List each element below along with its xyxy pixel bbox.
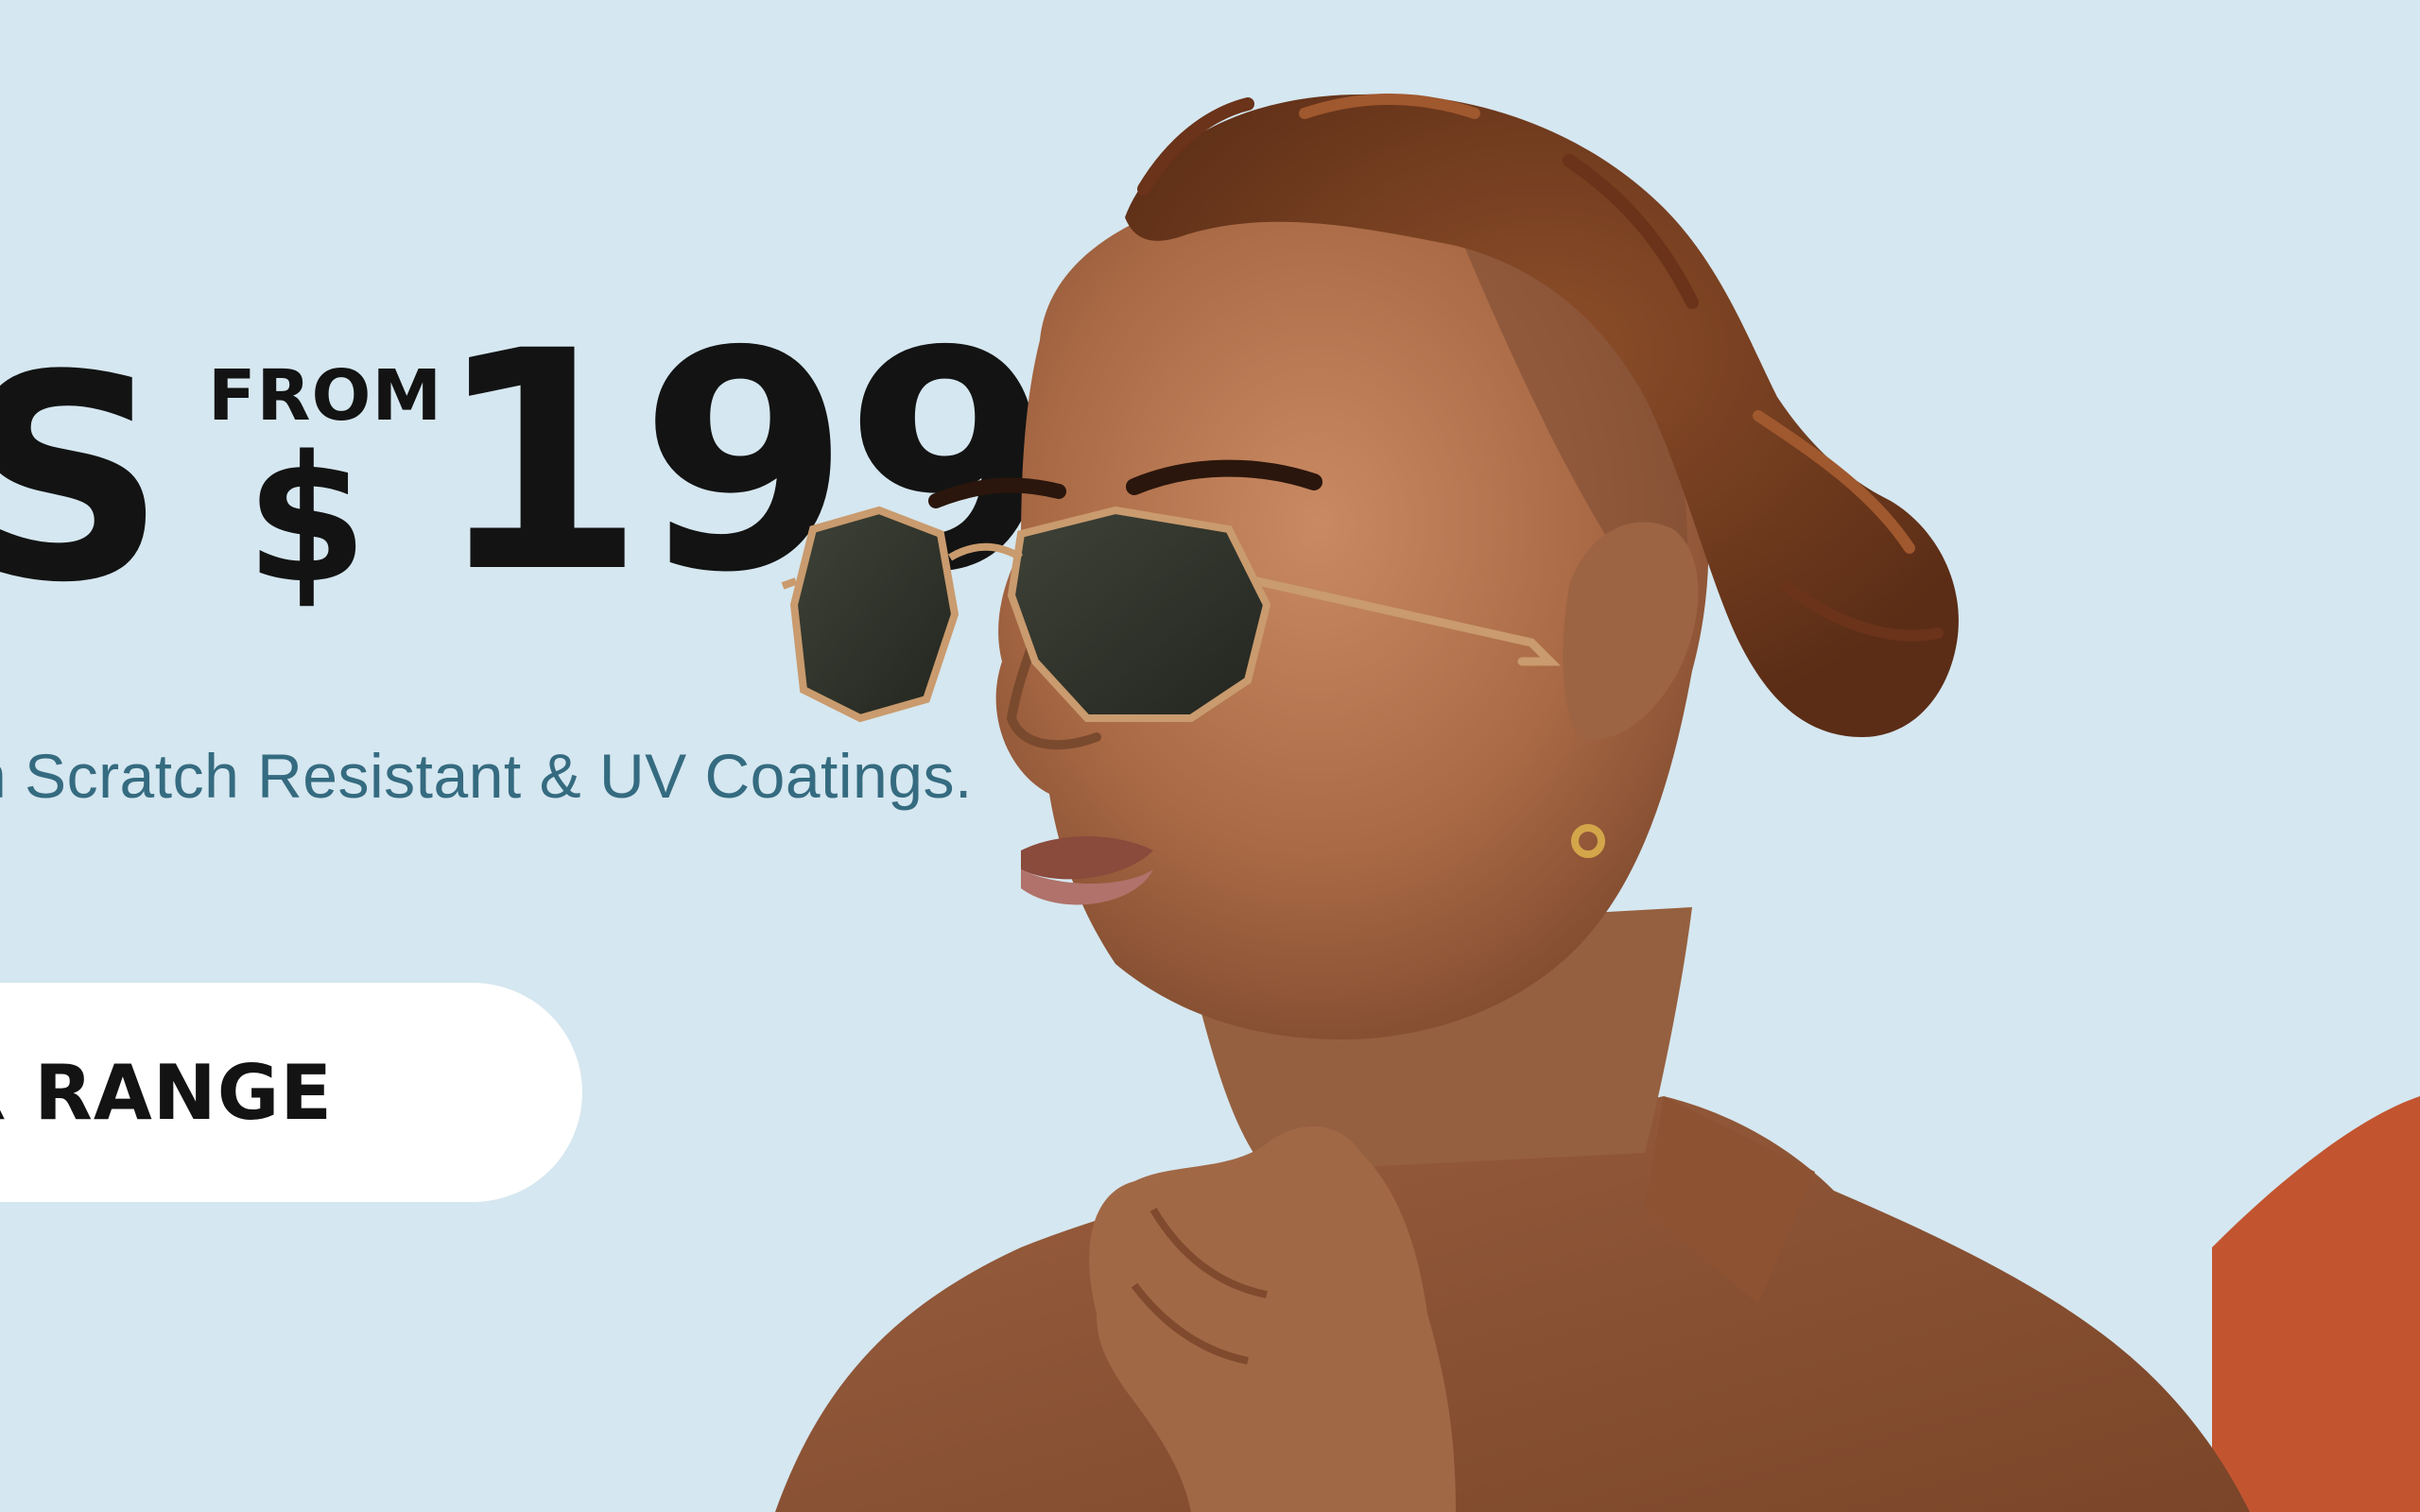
- shop-range-button[interactable]: R RANGE: [0, 983, 582, 1202]
- headline-lead-text: S: [0, 315, 166, 644]
- chair-shape: [2212, 1096, 2420, 1512]
- hero-banner: S FROM $ 199 h Scratch Resistant & UV Co…: [0, 0, 2420, 1512]
- model-photo: [775, 94, 2420, 1512]
- cta-label: R RANGE: [0, 1048, 333, 1137]
- currency-symbol: $: [246, 418, 368, 622]
